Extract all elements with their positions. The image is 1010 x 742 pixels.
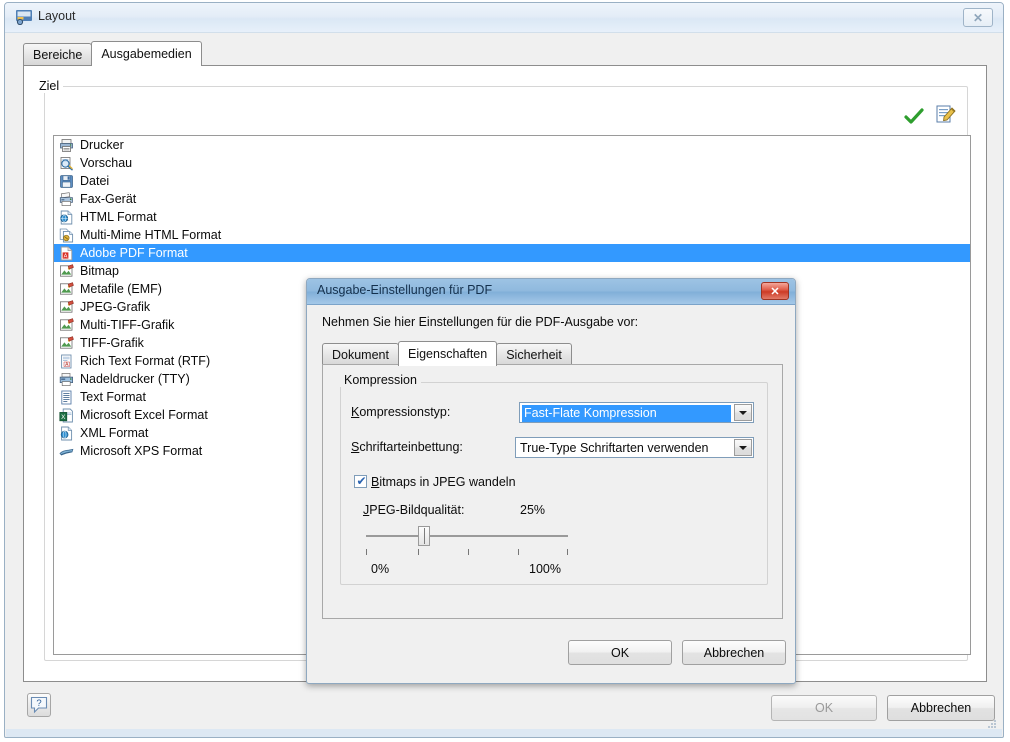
properties-icon[interactable]: [935, 103, 957, 125]
window-title: Layout: [38, 9, 76, 23]
window-bottom-strip: [6, 729, 1002, 737]
dialog-tabstrip: Dokument Eigenschaften Sicherheit: [322, 341, 572, 366]
svg-text:A: A: [64, 253, 68, 259]
list-item-label: Microsoft XPS Format: [80, 444, 203, 458]
list-item-label: Rich Text Format (RTF): [80, 354, 211, 368]
list-item[interactable]: HTML Format: [54, 208, 970, 226]
list-item-label: Multi-Mime HTML Format: [80, 228, 222, 242]
slider-thumb[interactable]: [418, 526, 430, 546]
window-close-button[interactable]: ✕: [963, 8, 993, 27]
list-item-label: XML Format: [80, 426, 149, 440]
font-embedding-combobox[interactable]: True-Type Schriftarten verwenden: [515, 437, 754, 458]
font-embedding-label: Schriftarteinbettung:: [351, 440, 463, 454]
list-item-label: Microsoft Excel Format: [80, 408, 208, 422]
multimime-html-icon: [59, 228, 74, 243]
chevron-down-icon[interactable]: [734, 404, 752, 421]
list-item-label: JPEG-Grafik: [80, 300, 151, 314]
jpeg-image-icon: [59, 300, 74, 315]
text-document-icon: [59, 390, 74, 405]
preview-magnifier-icon: [59, 156, 74, 171]
list-item-label: HTML Format: [80, 210, 157, 224]
dotmatrix-printer-icon: [59, 372, 74, 387]
slider-track: [366, 535, 568, 537]
xps-document-icon: [59, 444, 74, 459]
metafile-image-icon: [59, 282, 74, 297]
excel-document-icon: X: [59, 408, 74, 423]
main-cancel-button[interactable]: Abbrechen: [887, 695, 995, 721]
list-item-label: Multi-TIFF-Grafik: [80, 318, 175, 332]
tab-bereiche[interactable]: Bereiche: [23, 43, 93, 66]
bitmap-image-icon: [59, 264, 74, 279]
list-item[interactable]: Multi-Mime HTML Format: [54, 226, 970, 244]
layout-window-icon: [16, 10, 32, 26]
svg-text:X: X: [61, 414, 66, 421]
list-item-label: Nadeldrucker (TTY): [80, 372, 190, 386]
dialog-ok-button[interactable]: OK: [568, 640, 672, 665]
jpeg-quality-slider[interactable]: [360, 522, 574, 556]
jpeg-quality-min-label: 0%: [371, 562, 390, 576]
main-ok-button[interactable]: OK: [771, 695, 877, 721]
dialog-prompt: Nehmen Sie hier Einstellungen für die PD…: [322, 315, 639, 329]
list-item-label: Drucker: [80, 138, 124, 152]
list-item-label: Fax-Gerät: [80, 192, 137, 206]
window-titlebar: Layout ✕: [5, 3, 1003, 33]
close-icon: ✕: [770, 285, 780, 298]
tab-eigenschaften[interactable]: Eigenschaften: [397, 341, 498, 366]
jpeg-quality-label: JPEG-Bildqualität:: [363, 503, 465, 517]
chevron-down-icon[interactable]: [734, 439, 752, 456]
list-item[interactable]: Datei: [54, 172, 970, 190]
tiff-image-icon: [59, 336, 74, 351]
compression-type-combobox[interactable]: Fast-Flate Kompression: [519, 402, 754, 423]
close-icon: ✕: [972, 10, 984, 25]
list-item[interactable]: A Adobe PDF Format: [54, 244, 970, 262]
file-save-icon: [59, 174, 74, 189]
svg-text:?: ?: [36, 698, 41, 709]
multitiff-image-icon: [59, 318, 74, 333]
list-item-label: Metafile (EMF): [80, 282, 162, 296]
confirm-check-icon[interactable]: [903, 105, 925, 127]
kompression-group-label: Kompression: [340, 373, 421, 387]
ziel-group-label: Ziel: [35, 79, 64, 93]
list-item[interactable]: Fax-Gerät: [54, 190, 970, 208]
jpeg-quality-max-label: 100%: [529, 562, 561, 576]
compression-type-value: Fast-Flate Kompression: [522, 405, 731, 422]
list-item-label: TIFF-Grafik: [80, 336, 144, 350]
list-item-label: Bitmap: [80, 264, 119, 278]
list-item-label: Datei: [80, 174, 110, 188]
list-item[interactable]: Drucker: [54, 136, 970, 154]
font-embedding-value: True-Type Schriftarten verwenden: [520, 441, 709, 455]
tab-ausgabemedien[interactable]: Ausgabemedien: [91, 41, 202, 66]
list-item[interactable]: Vorschau: [54, 154, 970, 172]
bitmaps-to-jpeg-label[interactable]: Bitmaps in JPEG wandeln: [371, 475, 516, 489]
printer-icon: [59, 138, 74, 153]
dialog-close-button[interactable]: ✕: [761, 282, 789, 300]
list-item-label: Text Format: [80, 390, 146, 404]
compression-type-label: Kompressionstyp:: [351, 405, 451, 419]
bitmaps-to-jpeg-checkbox[interactable]: ✔: [354, 475, 367, 488]
tab-dokument[interactable]: Dokument: [322, 343, 399, 366]
help-button[interactable]: ?: [27, 693, 51, 717]
resize-grip-icon[interactable]: [987, 718, 997, 728]
fax-icon: [59, 192, 74, 207]
tab-sicherheit[interactable]: Sicherheit: [496, 343, 572, 366]
html-document-icon: [59, 210, 74, 225]
jpeg-quality-value: 25%: [520, 503, 546, 517]
main-tabstrip: Bereiche Ausgabemedien: [23, 41, 202, 66]
pdf-icon: A: [59, 246, 74, 261]
list-item-label: Vorschau: [80, 156, 133, 170]
checkmark-icon: ✔: [356, 474, 367, 488]
rtf-document-icon: A: [59, 354, 74, 369]
xml-document-icon: [59, 426, 74, 441]
dialog-title: Ausgabe-Einstellungen für PDF: [317, 283, 493, 297]
list-item-label: Adobe PDF Format: [80, 246, 188, 260]
dialog-cancel-button[interactable]: Abbrechen: [682, 640, 786, 665]
